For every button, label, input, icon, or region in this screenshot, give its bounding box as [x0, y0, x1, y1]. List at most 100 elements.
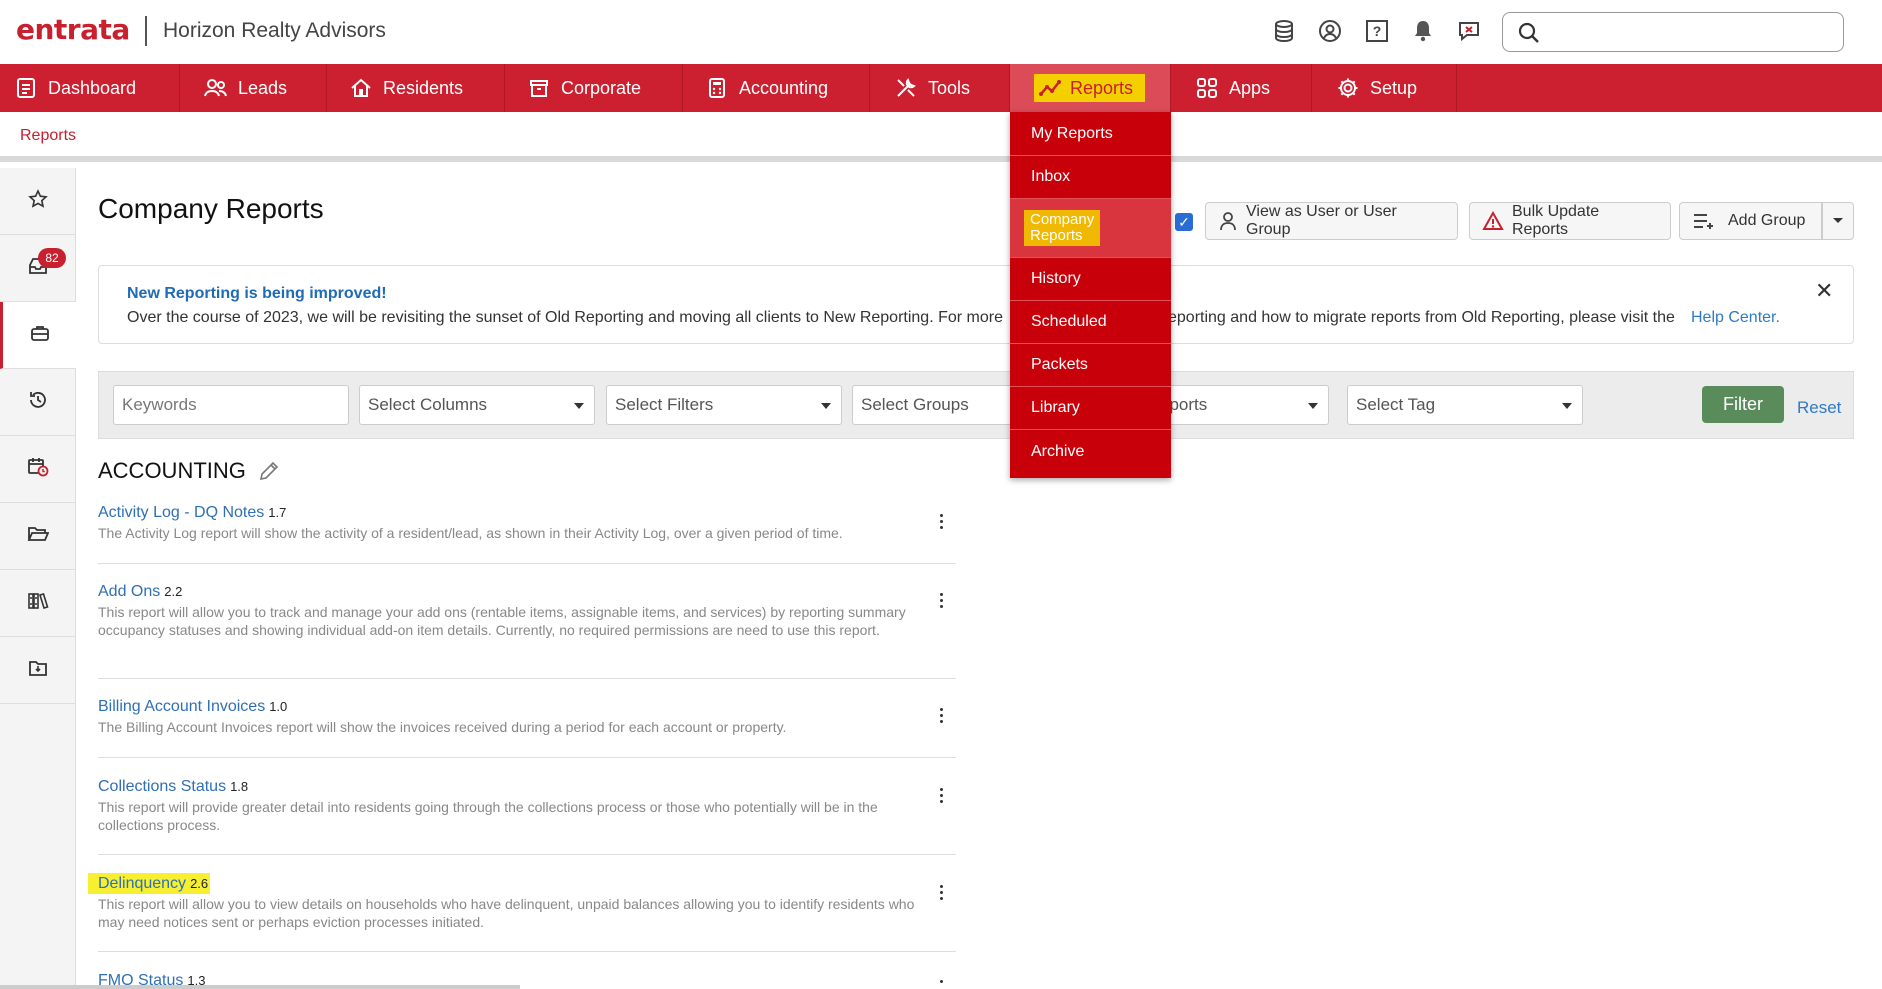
chevron-down-icon	[1308, 403, 1318, 409]
notice-title: New Reporting is being improved!	[127, 285, 387, 302]
rail-inbox[interactable]	[0, 235, 76, 302]
nav-setup[interactable]: Setup	[1312, 64, 1457, 112]
inbox-count-badge: 82	[38, 248, 66, 268]
company-reports-highlight: Company Reports	[1024, 210, 1101, 246]
history-icon	[28, 390, 48, 415]
rail-company-reports[interactable]	[0, 302, 76, 369]
select-filters-dropdown[interactable]: Select Filters	[606, 385, 842, 425]
close-icon[interactable]: ✕	[1815, 278, 1833, 304]
bulk-update-reports-button[interactable]: Bulk Update Reports	[1469, 202, 1671, 240]
report-name[interactable]: Delinquency	[90, 875, 186, 892]
menu-item-my-reports[interactable]: My Reports	[1010, 112, 1171, 156]
report-version: 1.8	[230, 779, 249, 794]
nav-accounting[interactable]: Accounting	[683, 64, 870, 112]
rail-packets[interactable]	[0, 503, 76, 570]
report-item: Billing Account Invoices 1.0 The Billing …	[98, 698, 956, 758]
calendar-clock-icon	[27, 457, 49, 482]
kebab-menu-icon[interactable]	[938, 885, 944, 900]
chevron-down-icon	[821, 403, 831, 409]
report-description: This report will allow you to track and …	[98, 604, 906, 638]
nav-corporate[interactable]: Corporate	[505, 64, 683, 112]
menu-item-archive[interactable]: Archive	[1010, 430, 1171, 474]
search-icon	[1517, 21, 1541, 50]
menu-item-scheduled[interactable]: Scheduled	[1010, 301, 1171, 344]
kebab-menu-icon[interactable]	[938, 788, 944, 803]
rail-favorites[interactable]	[0, 168, 76, 235]
section-title: ACCOUNTING	[98, 458, 246, 483]
report-description: This report will allow you to view detai…	[98, 896, 915, 930]
breadcrumb[interactable]: Reports	[20, 127, 76, 145]
nav-leads[interactable]: Leads	[180, 64, 327, 112]
report-version: 2.2	[164, 584, 183, 599]
horizontal-scrollbar[interactable]	[0, 985, 520, 989]
report-item: Collections Status 1.8 This report will p…	[98, 778, 956, 855]
home-icon	[349, 76, 373, 100]
keywords-input[interactable]: Keywords	[113, 385, 349, 425]
report-version: 1.7	[268, 505, 287, 520]
view-as-user-button[interactable]: View as User or User Group	[1205, 202, 1458, 240]
star-icon	[28, 188, 48, 214]
warning-icon	[1482, 211, 1504, 231]
gear-icon	[1336, 76, 1360, 100]
section-accounting: ACCOUNTING	[98, 458, 280, 484]
menu-item-history[interactable]: History	[1010, 258, 1171, 301]
select-groups-dropdown[interactable]: Select Groups	[852, 385, 1012, 425]
rail-history[interactable]	[0, 369, 76, 436]
leads-icon	[204, 76, 228, 100]
kebab-menu-icon[interactable]	[938, 514, 944, 529]
nav-dashboard[interactable]: Dashboard	[0, 64, 180, 112]
briefcase-icon	[30, 324, 50, 347]
database-icon[interactable]	[1271, 18, 1297, 44]
select-columns-dropdown[interactable]: Select Columns	[359, 385, 595, 425]
filter-button[interactable]: Filter	[1702, 386, 1784, 423]
report-name[interactable]: Activity Log - DQ Notes	[98, 504, 264, 521]
folder-open-icon	[27, 525, 50, 548]
nav-residents[interactable]: Residents	[327, 64, 505, 112]
reset-link[interactable]: Reset	[1797, 398, 1841, 418]
help-icon[interactable]: ?	[1364, 18, 1390, 44]
breadcrumb-bar: Reports	[0, 112, 1882, 162]
report-name[interactable]: Add Ons	[98, 583, 160, 600]
filter-bar: Keywords Select Columns Select Filters S…	[98, 371, 1854, 439]
reports-icon	[1038, 76, 1062, 100]
select-tag-dropdown[interactable]: Select Tag	[1347, 385, 1583, 425]
report-name[interactable]: Collections Status	[98, 778, 226, 795]
nav-reports[interactable]: Reports	[1010, 64, 1171, 112]
delinquency-highlight: Delinquency 2.6	[88, 873, 211, 894]
menu-item-company-reports[interactable]: Company Reports	[1010, 199, 1171, 258]
rail-archive[interactable]	[0, 637, 76, 704]
reports-dropdown-menu: My Reports Inbox Company Reports History…	[1010, 112, 1171, 478]
kebab-menu-icon[interactable]	[938, 980, 944, 983]
search-input[interactable]	[1502, 12, 1844, 52]
select-reports-dropdown[interactable]: eports	[1159, 385, 1329, 425]
report-item: Delinquency 2.6 This report will allow yo…	[88, 873, 956, 952]
report-name[interactable]: Billing Account Invoices	[98, 698, 265, 715]
add-group-button[interactable]: Add Group	[1679, 202, 1822, 240]
dashboard-icon	[14, 76, 38, 100]
help-center-link[interactable]: Help Center.	[1691, 309, 1780, 327]
apps-icon	[1195, 76, 1219, 100]
chat-icon[interactable]	[1456, 18, 1482, 44]
kebab-menu-icon[interactable]	[938, 593, 944, 608]
user-circle-icon[interactable]	[1317, 18, 1343, 44]
corporate-icon	[527, 76, 551, 100]
view-as-checkbox[interactable]: ✓	[1175, 213, 1193, 231]
add-group-dropdown-toggle[interactable]	[1822, 202, 1854, 240]
rail-library[interactable]	[0, 570, 76, 637]
library-icon	[27, 591, 49, 616]
menu-item-packets[interactable]: Packets	[1010, 344, 1171, 387]
reporting-notice: New Reporting is being improved! Over th…	[98, 265, 1854, 344]
menu-item-inbox[interactable]: Inbox	[1010, 156, 1171, 199]
pencil-icon[interactable]	[258, 460, 280, 482]
nav-apps[interactable]: Apps	[1171, 64, 1312, 112]
menu-item-library[interactable]: Library	[1010, 387, 1171, 430]
add-list-icon	[1692, 212, 1716, 230]
kebab-menu-icon[interactable]	[938, 708, 944, 723]
bell-icon[interactable]	[1410, 18, 1436, 44]
report-description: This report will provide greater detail …	[98, 799, 878, 833]
report-version: 1.0	[269, 699, 288, 714]
rail-scheduled[interactable]	[0, 436, 76, 503]
logo-divider	[145, 16, 147, 46]
nav-tools[interactable]: Tools	[870, 64, 1010, 112]
entrata-logo[interactable]: entrata	[16, 13, 130, 46]
